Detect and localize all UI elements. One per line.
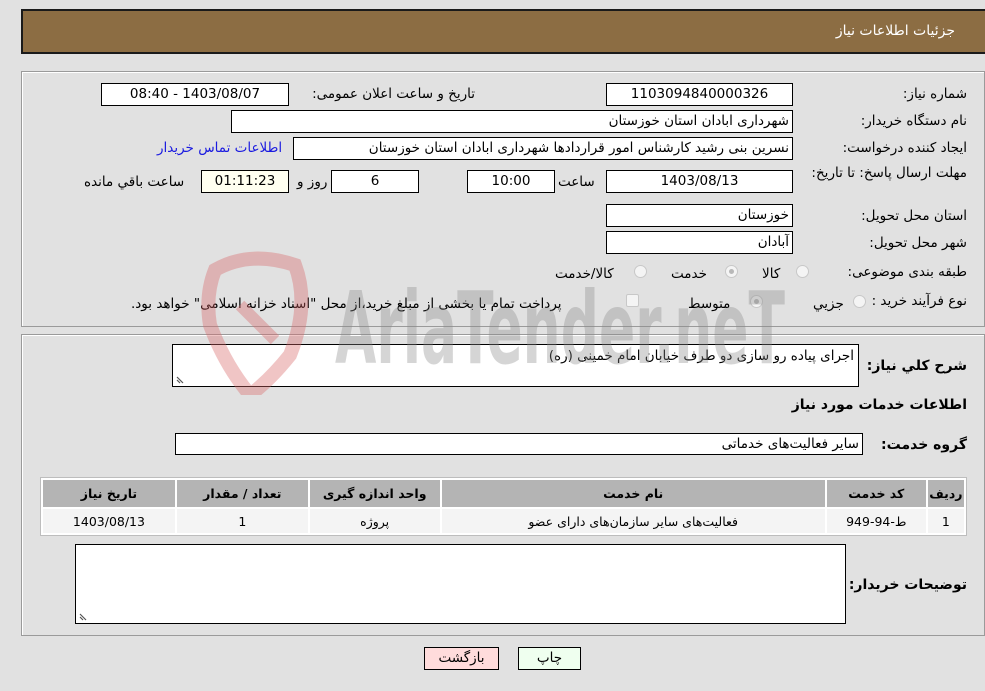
services-table: ردیف کد خدمت نام خدمت واحد اندازه گیری ت… <box>40 477 967 536</box>
deadline-days-label: روز و <box>297 174 328 190</box>
cell-need-date: 1403/08/13 <box>43 509 175 533</box>
category-label: طبقه بندی موضوعی: <box>847 264 967 280</box>
buyer-contact-link[interactable]: اطلاعات تماس خریدار <box>157 140 282 156</box>
buyer-notes-textarea[interactable] <box>75 544 846 624</box>
delivery-province-field: خوزستان <box>606 204 793 227</box>
announce-datetime-label: تاریخ و ساعت اعلان عمومی: <box>312 86 475 102</box>
print-button[interactable]: چاپ <box>518 647 581 670</box>
service-group-label: گروه خدمت: <box>881 437 967 453</box>
col-row-number: ردیف <box>927 480 964 507</box>
remaining-time-label: ساعت باقي مانده <box>84 174 185 190</box>
back-button[interactable]: بازگشت <box>424 647 499 670</box>
page-header: جزئیات اطلاعات نیاز <box>21 9 985 54</box>
delivery-city-field: آبادان <box>606 231 793 254</box>
category-radio-service[interactable] <box>725 265 738 278</box>
table-row: 1 ط-94-949 فعالیت‌های سایر سازمان‌های دا… <box>43 509 964 533</box>
purchase-option-medium: متوسط <box>688 296 731 312</box>
deadline-days-field: 6 <box>331 170 419 193</box>
delivery-province-label: استان محل تحویل: <box>861 208 967 224</box>
category-option-goods: کالا <box>762 266 781 282</box>
col-need-date: تاریخ نیاز <box>43 480 175 507</box>
treasury-checkbox-label: پرداخت تمام یا بخشی از مبلغ خرید،از محل … <box>131 296 562 312</box>
deadline-time-label: ساعت <box>558 174 595 190</box>
purchase-radio-minor[interactable] <box>853 295 866 308</box>
creator-field: نسرین بنی رشید کارشناس امور قراردادها شه… <box>293 137 793 160</box>
service-group-field: سایر فعالیت‌های خدماتی <box>175 433 863 455</box>
description-label: شرح کلي نیاز: <box>866 358 967 374</box>
need-number-label: شماره نیاز: <box>902 86 967 102</box>
creator-label: ایجاد کننده درخواست: <box>842 140 967 156</box>
col-quantity: تعداد / مقدار <box>176 480 308 507</box>
cell-service-name: فعالیت‌های سایر سازمان‌های دارای عضو <box>441 509 825 533</box>
cell-service-code: ط-94-949 <box>826 509 926 533</box>
col-service-name: نام خدمت <box>441 480 825 507</box>
buyer-notes-label: توضیحات خریدار: <box>848 577 967 593</box>
table-header-row: ردیف کد خدمت نام خدمت واحد اندازه گیری ت… <box>43 480 964 507</box>
col-unit: واحد اندازه گیری <box>309 480 440 507</box>
cell-row-number: 1 <box>927 509 964 533</box>
purchase-option-minor: جزیي <box>813 296 844 312</box>
col-service-code: کد خدمت <box>826 480 926 507</box>
buyer-org-field: شهرداری ابادان استان خوزستان <box>231 110 793 133</box>
resize-handle-icon[interactable] <box>79 611 89 621</box>
category-option-service: خدمت <box>671 266 707 282</box>
description-textarea[interactable]: اجرای پیاده رو سازی دو طرف خیابان امام خ… <box>172 344 859 387</box>
buyer-org-label: نام دستگاه خریدار: <box>860 113 967 129</box>
deadline-date-field: 1403/08/13 <box>606 170 793 193</box>
resize-handle-icon[interactable] <box>176 374 186 384</box>
category-radio-goods[interactable] <box>796 265 809 278</box>
cell-quantity: 1 <box>176 509 308 533</box>
delivery-city-label: شهر محل تحویل: <box>869 235 967 251</box>
services-section-title: اطلاعات خدمات مورد نیاز <box>791 397 967 413</box>
deadline-label: مهلت ارسال پاسخ: تا تاریخ: <box>811 165 967 181</box>
category-radio-goods-service[interactable] <box>634 265 647 278</box>
purchase-radio-medium[interactable] <box>750 295 763 308</box>
need-number-field: 1103094840000326 <box>606 83 793 106</box>
treasury-checkbox[interactable] <box>626 294 639 307</box>
cell-unit: پروژه <box>309 509 440 533</box>
description-text: اجرای پیاده رو سازی دو طرف خیابان امام خ… <box>548 348 854 364</box>
deadline-time-field: 10:00 <box>467 170 555 193</box>
category-option-goods-service: کالا/خدمت <box>555 266 614 282</box>
remaining-time-field: 01:11:23 <box>201 170 289 193</box>
announce-datetime-field: 1403/08/07 - 08:40 <box>101 83 289 106</box>
purchase-type-label: نوع فرآیند خرید : <box>871 293 967 309</box>
page-title: جزئیات اطلاعات نیاز <box>835 23 955 39</box>
